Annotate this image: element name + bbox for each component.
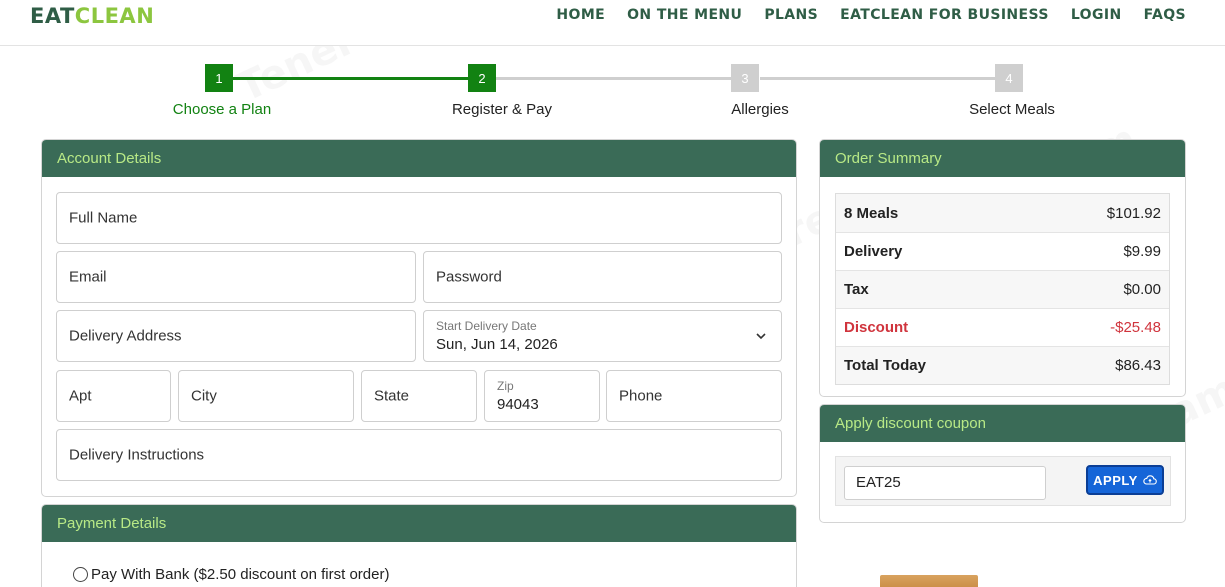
- nav-on-the-menu[interactable]: ON THE MENU: [627, 7, 742, 23]
- step-4-box[interactable]: 4: [995, 64, 1023, 92]
- summary-label: Discount: [844, 319, 909, 336]
- summary-row-tax: Tax $0.00: [836, 270, 1169, 308]
- coupon-panel: Apply discount coupon EAT25 APPLY: [819, 404, 1186, 523]
- summary-amount: $86.43: [1115, 357, 1161, 374]
- zip-field[interactable]: Zip 94043: [484, 370, 600, 422]
- apt-placeholder: Apt: [69, 387, 92, 405]
- nav-home[interactable]: HOME: [556, 7, 605, 23]
- password-field[interactable]: Password: [423, 251, 782, 303]
- state-placeholder: State: [374, 387, 410, 405]
- email-placeholder: Email: [69, 268, 107, 286]
- apt-field[interactable]: Apt: [56, 370, 171, 422]
- payment-details-title: Payment Details: [42, 505, 796, 542]
- eatclean-logo[interactable]: EATCLEAN: [30, 5, 154, 27]
- summary-label: Total Today: [844, 357, 926, 374]
- city-placeholder: City: [191, 387, 217, 405]
- summary-row-total: Total Today $86.43: [836, 346, 1169, 384]
- email-field[interactable]: Email: [56, 251, 416, 303]
- start-delivery-date-label: Start Delivery Date: [436, 319, 537, 333]
- cloud-upload-icon: [1143, 475, 1157, 485]
- coupon-code-input[interactable]: EAT25: [844, 466, 1046, 500]
- step-connector-pending: [760, 77, 996, 80]
- full-name-field[interactable]: Full Name: [56, 192, 782, 244]
- account-details-title: Account Details: [42, 140, 796, 177]
- product-box-image: [880, 575, 978, 587]
- step-2-box[interactable]: 2: [468, 64, 496, 92]
- summary-amount: -$25.48: [1110, 319, 1161, 336]
- summary-amount: $101.92: [1106, 204, 1161, 222]
- summary-row-meals: 8 Meals $101.92: [836, 194, 1169, 232]
- summary-amount: $0.00: [1123, 281, 1161, 298]
- step-3-label: Allergies: [731, 101, 789, 118]
- step-connector-done: [232, 77, 468, 80]
- summary-row-discount: Discount -$25.48: [836, 308, 1169, 346]
- order-summary-panel: Order Summary 8 Meals $101.92 Delivery $…: [819, 139, 1186, 397]
- nav-eatclean-for-business[interactable]: EATCLEAN FOR BUSINESS: [840, 7, 1049, 23]
- state-field[interactable]: State: [361, 370, 477, 422]
- delivery-address-field[interactable]: Delivery Address: [56, 310, 416, 362]
- full-name-placeholder: Full Name: [69, 209, 138, 227]
- step-1-box[interactable]: 1: [205, 64, 233, 92]
- start-delivery-date-select[interactable]: Start Delivery Date Sun, Jun 14, 2026: [423, 310, 782, 362]
- nav-plans[interactable]: PLANS: [764, 7, 818, 23]
- nav-login[interactable]: LOGIN: [1071, 7, 1122, 23]
- summary-row-delivery: Delivery $9.99: [836, 232, 1169, 270]
- top-header: EATCLEAN HOME ON THE MENU PLANS EATCLEAN…: [0, 0, 1225, 46]
- pay-with-bank-option[interactable]: Pay With Bank ($2.50 discount on first o…: [73, 566, 389, 583]
- phone-field[interactable]: Phone: [606, 370, 782, 422]
- logo-part-clean: CLEAN: [74, 4, 155, 28]
- radio-button[interactable]: [73, 567, 88, 582]
- summary-amount: $9.99: [1123, 243, 1161, 260]
- step-connector-pending: [496, 77, 732, 80]
- summary-label: Tax: [844, 281, 869, 298]
- summary-label: 8 Meals: [844, 204, 899, 222]
- zip-value: 94043: [497, 396, 539, 413]
- chevron-down-icon: [756, 333, 766, 340]
- summary-label: Delivery: [844, 243, 903, 260]
- password-placeholder: Password: [436, 268, 502, 286]
- coupon-title: Apply discount coupon: [820, 405, 1185, 442]
- payment-details-panel: Payment Details Pay With Bank ($2.50 dis…: [41, 504, 797, 587]
- delivery-instructions-placeholder: Delivery Instructions: [69, 446, 205, 464]
- step-3-box[interactable]: 3: [731, 64, 759, 92]
- step-2-label: Register & Pay: [451, 101, 553, 118]
- phone-placeholder: Phone: [619, 387, 663, 405]
- order-summary-table: 8 Meals $101.92 Delivery $9.99 Tax $0.00…: [835, 193, 1170, 385]
- account-details-panel: Account Details Full Name Email Password…: [41, 139, 797, 497]
- nav-faqs[interactable]: FAQS: [1144, 7, 1186, 23]
- delivery-address-placeholder: Delivery Address: [69, 327, 182, 345]
- logo-part-eat: EAT: [30, 4, 75, 28]
- zip-label: Zip: [497, 379, 514, 393]
- main-nav: HOME ON THE MENU PLANS EATCLEAN FOR BUSI…: [556, 7, 1186, 23]
- order-summary-title: Order Summary: [820, 140, 1185, 177]
- step-4-label: Select Meals: [969, 101, 1055, 118]
- apply-coupon-button[interactable]: APPLY: [1086, 465, 1164, 495]
- pay-with-bank-label: Pay With Bank ($2.50 discount on first o…: [91, 566, 390, 583]
- start-delivery-date-value: Sun, Jun 14, 2026: [436, 336, 558, 353]
- delivery-instructions-field[interactable]: Delivery Instructions: [56, 429, 782, 481]
- coupon-form: EAT25 APPLY: [835, 456, 1171, 506]
- apply-button-label: APPLY: [1093, 472, 1138, 488]
- step-1-label: Choose a Plan: [172, 101, 272, 118]
- city-field[interactable]: City: [178, 370, 354, 422]
